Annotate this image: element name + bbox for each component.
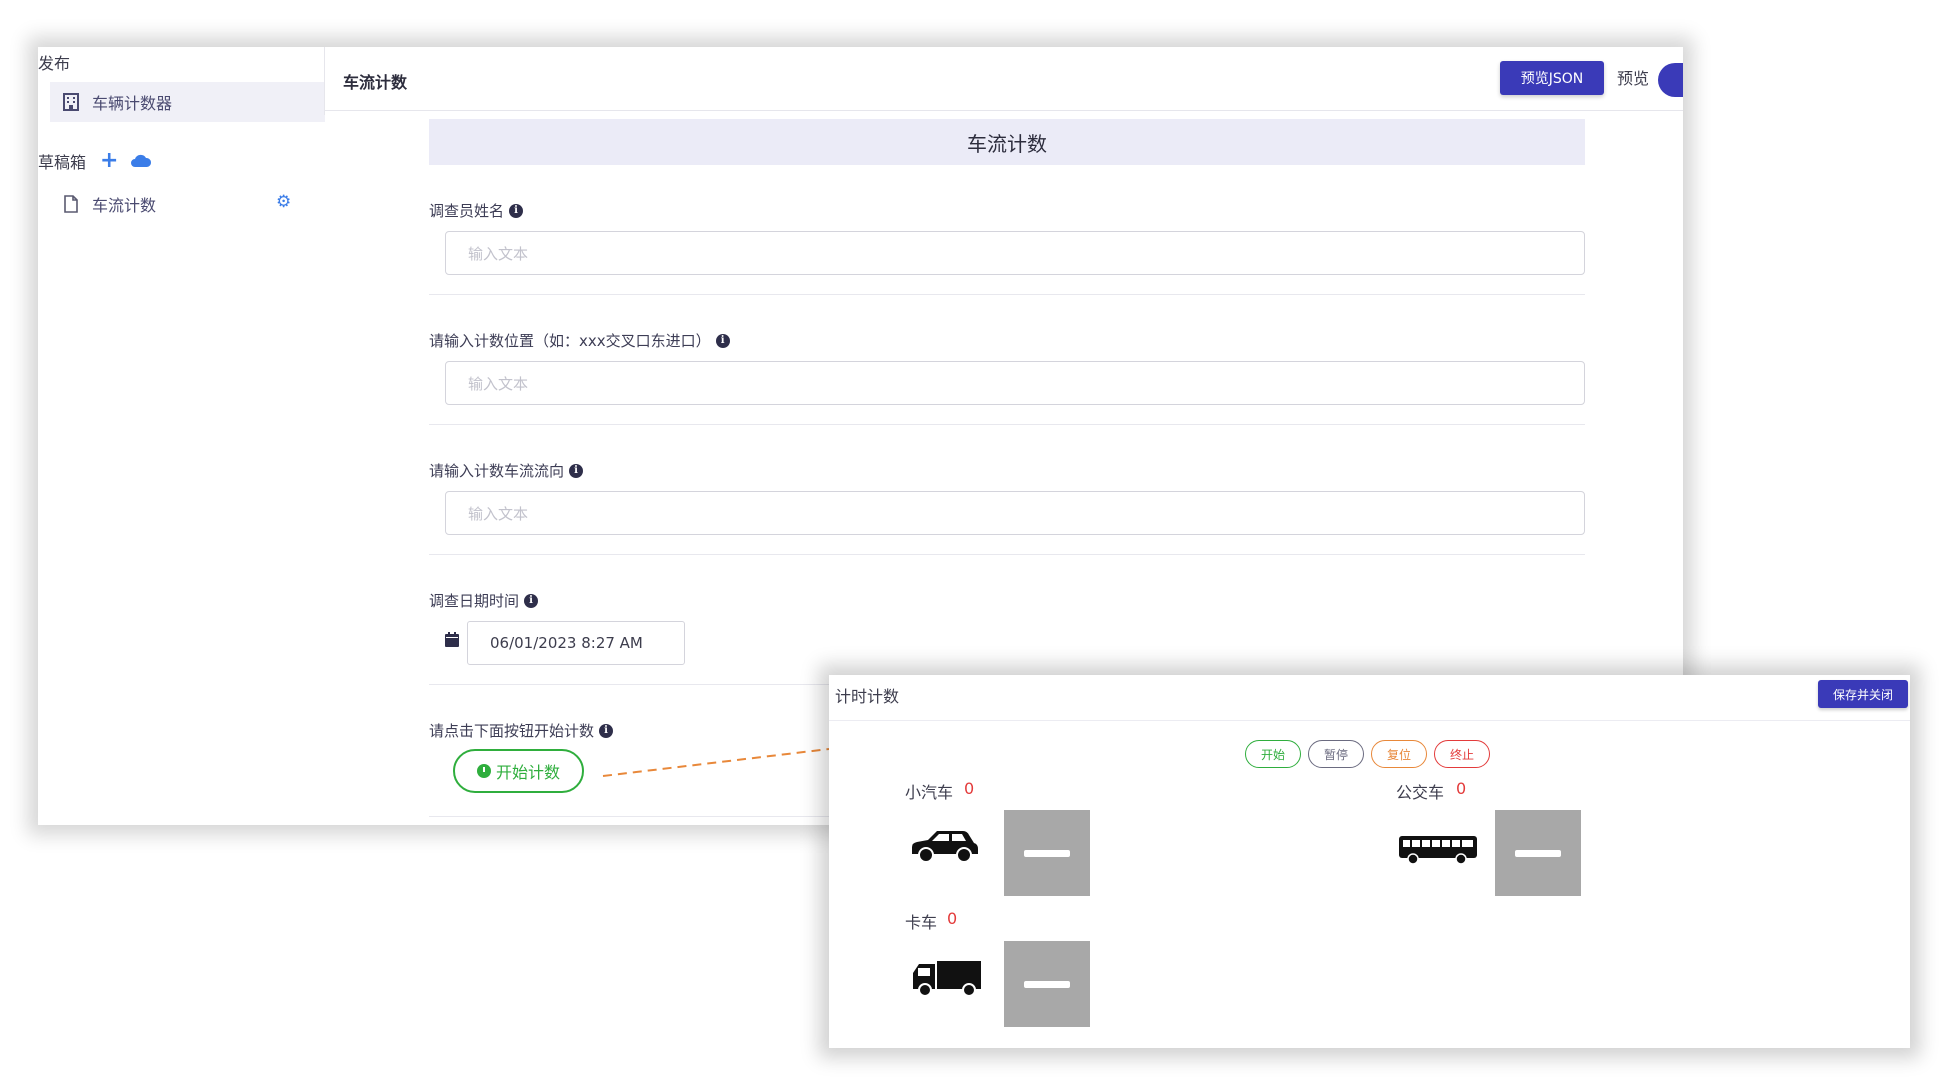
clock-icon [476,764,491,778]
info-icon[interactable]: i [569,463,584,478]
field-label-text: 请输入计数车流流向 [429,462,565,480]
start-count-button-label: 开始计数 [495,763,560,782]
preview-toggle[interactable] [1658,63,1683,97]
field-label: 请输入计数位置（如：xxx交叉口东进口） i [429,330,730,351]
datetime-input[interactable]: 06/01/2023 8:27 AM [467,621,685,665]
field-label-text: 请输入计数位置（如：xxx交叉口东进口） [429,332,711,350]
reset-button[interactable]: 复位 [1371,740,1427,768]
field-traffic-direction: 请输入计数车流流向 i 输入文本 [429,425,1585,555]
bus-icon[interactable] [1397,833,1479,869]
file-icon [62,195,80,213]
sidebar-item-label: 车辆计数器 [92,94,173,113]
field-label: 调查员姓名 i [429,200,524,221]
sidebar-item-label: 车流计数 [92,196,157,215]
preview-toggle-label: 预览 [1617,69,1650,88]
field-label-text: 调查员姓名 [429,202,505,220]
bus-count: 0 [1456,779,1467,798]
form-title: 车流计数 [429,119,1585,165]
field-label: 请输入计数车流流向 i [429,460,584,481]
count-location-input[interactable]: 输入文本 [445,361,1585,405]
stop-button[interactable]: 终止 [1434,740,1490,768]
truck-icon[interactable] [911,959,983,1003]
info-icon[interactable]: i [509,203,524,218]
start-button[interactable]: 开始 [1245,740,1301,768]
calendar-icon[interactable] [445,632,459,647]
field-label: 请点击下面按钮开始计数 i [429,720,614,741]
pause-button[interactable]: 暂停 [1308,740,1364,768]
drafts-section-label: 草稿箱 [38,153,87,172]
car-icon[interactable] [909,828,979,868]
add-icon[interactable]: + [100,150,118,172]
field-label-text: 请点击下面按钮开始计数 [429,722,595,740]
info-icon[interactable]: i [715,333,730,348]
cloud-icon[interactable] [130,154,152,168]
truck-label: 卡车 [905,913,938,932]
building-icon [62,93,80,111]
counter-title: 计时计数 [835,687,900,706]
field-survey-datetime: 调查日期时间 i 06/01/2023 8:27 AM [429,555,1585,685]
car-label: 小汽车 [905,783,954,802]
publish-section-label: 发布 [38,54,71,73]
bus-decrement-button[interactable] [1495,810,1581,896]
divider [829,720,1910,721]
page-title: 车流计数 [343,73,408,92]
drafts-section: 草稿箱 + [38,149,152,173]
traffic-direction-input[interactable]: 输入文本 [445,491,1585,535]
field-surveyor-name: 调查员姓名 i 输入文本 [429,165,1585,295]
sidebar: 发布 车辆计数器 草稿箱 + 车流计数 ⚙ [38,47,325,825]
sidebar-item-vehicle-counter[interactable]: 车辆计数器 [50,82,325,122]
car-decrement-button[interactable] [1004,810,1090,896]
truck-decrement-button[interactable] [1004,941,1090,1027]
car-count: 0 [964,779,975,798]
info-icon[interactable]: i [524,593,539,608]
preview-json-button[interactable]: 预览JSON [1500,61,1604,95]
truck-count: 0 [947,909,958,928]
info-icon[interactable]: i [599,723,614,738]
timed-counter-window: 计时计数 保存并关闭 开始 暂停 复位 终止 小汽车 0 公交车 0 卡车 0 [829,675,1910,1048]
field-label-text: 调查日期时间 [429,592,520,610]
bus-label: 公交车 [1396,783,1445,802]
field-label: 调查日期时间 i [429,590,539,611]
field-count-location: 请输入计数位置（如：xxx交叉口东进口） i 输入文本 [429,295,1585,425]
topbar: 车流计数 预览JSON 预览 [325,47,1683,111]
surveyor-name-input[interactable]: 输入文本 [445,231,1585,275]
start-count-button[interactable]: 开始计数 [453,749,584,793]
gear-icon[interactable]: ⚙ [276,192,291,212]
save-and-close-button[interactable]: 保存并关闭 [1818,680,1908,708]
